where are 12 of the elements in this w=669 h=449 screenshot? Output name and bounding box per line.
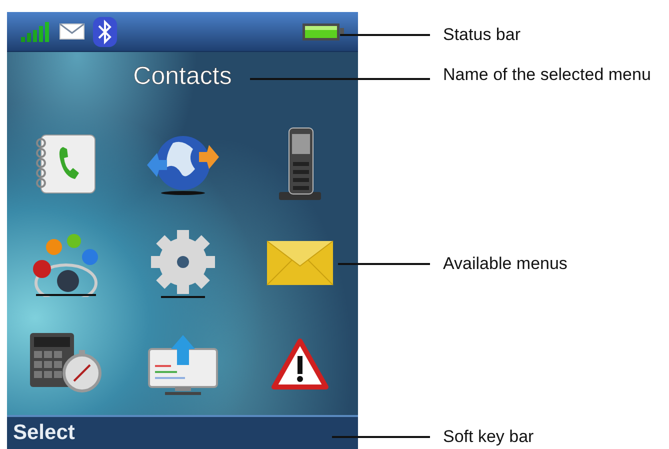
battery-icon	[302, 22, 344, 40]
bluetooth-icon	[93, 16, 117, 46]
select-softkey[interactable]: Select	[13, 421, 75, 445]
callout-label: Status bar	[443, 24, 522, 46]
menu-title: Contacts	[133, 61, 232, 92]
callout-label: Available menus	[443, 253, 568, 275]
envelope-icon[interactable]	[266, 240, 334, 288]
signal-icon	[21, 22, 51, 42]
envelope-icon	[59, 23, 85, 40]
callout-label: Name of the selected menu	[443, 64, 652, 86]
callout-label: Soft key bar	[443, 426, 535, 448]
warning-icon[interactable]	[270, 338, 328, 390]
